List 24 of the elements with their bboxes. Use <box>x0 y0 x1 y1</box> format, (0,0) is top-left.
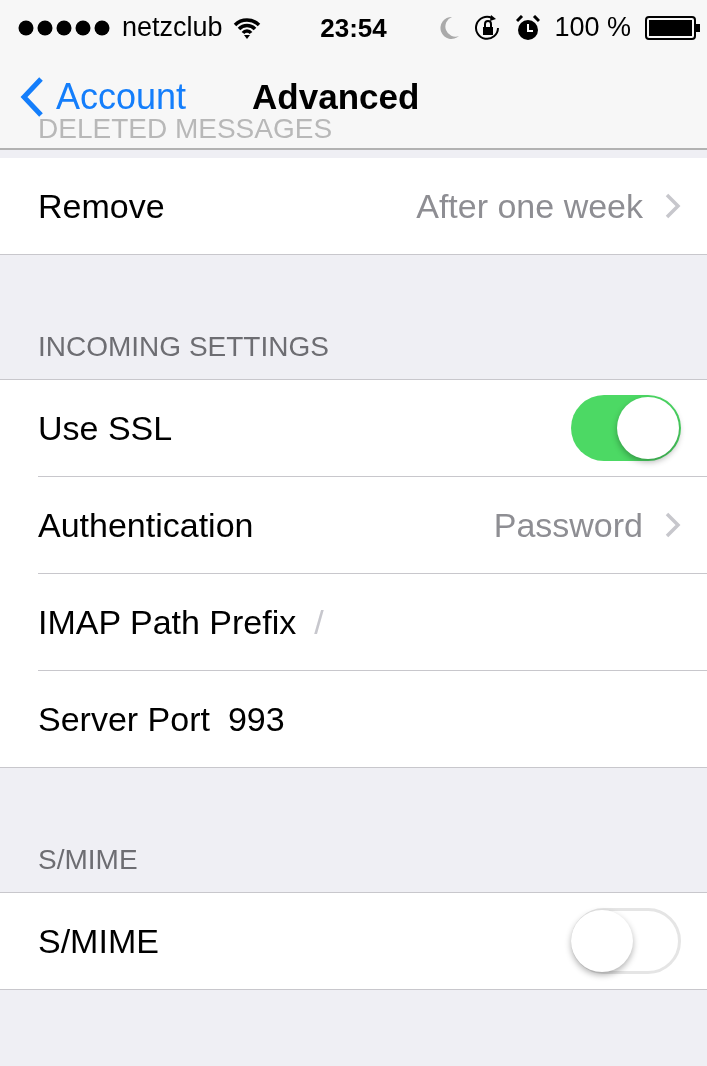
row-value: After one week <box>416 186 643 226</box>
row-label: S/MIME <box>38 921 159 961</box>
row-label: Remove <box>38 186 165 226</box>
chevron-icon[interactable] <box>665 512 681 538</box>
row-label: IMAP Path Prefix <box>38 602 297 642</box>
section-header: INCOMING SETTINGS <box>38 331 329 363</box>
alarm-clock-icon <box>516 14 541 41</box>
chevron-icon[interactable] <box>665 193 681 219</box>
field-value[interactable]: 993 <box>227 699 285 739</box>
battery-percentage: 100 % <box>554 12 631 43</box>
row-label: Authentication <box>38 505 254 545</box>
toggle-switch[interactable] <box>571 908 681 974</box>
row-label: Server Port <box>38 699 210 739</box>
battery-icon <box>645 15 701 40</box>
moon-icon <box>438 15 461 40</box>
row-label: Use SSL <box>38 408 173 448</box>
back-chevron-icon <box>20 77 44 117</box>
section-header: S/MIME <box>38 844 138 876</box>
signal-icon <box>18 19 112 36</box>
status-time: 23:54 <box>320 12 387 43</box>
row-value: Password <box>493 505 643 545</box>
toggle-switch[interactable] <box>571 395 681 461</box>
carrier-name: netzclub <box>122 12 223 43</box>
wifi-icon <box>232 16 261 39</box>
